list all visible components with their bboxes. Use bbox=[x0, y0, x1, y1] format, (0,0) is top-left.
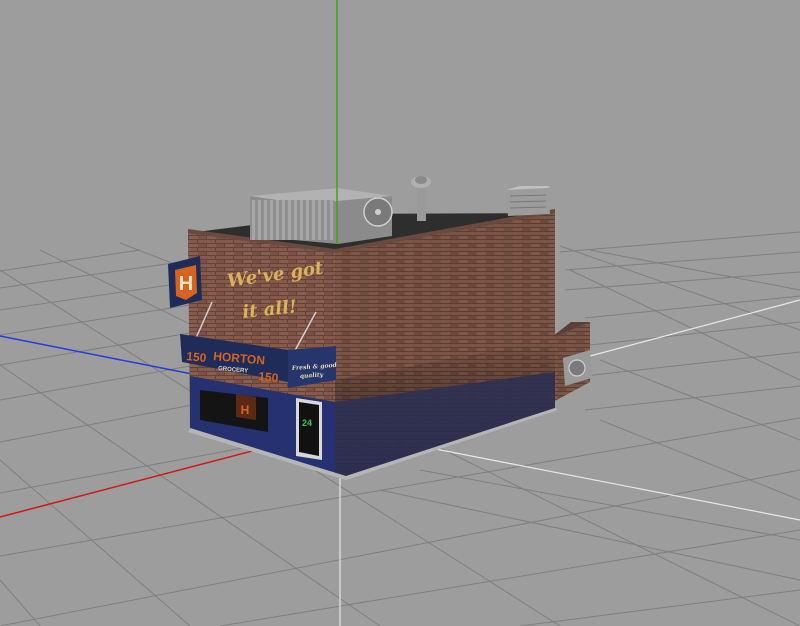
hvac-unit[interactable] bbox=[250, 188, 393, 244]
origin-guide-right bbox=[589, 299, 800, 357]
front-door[interactable]: 24 bbox=[296, 398, 322, 460]
3d-viewport[interactable]: H We've got it all! HORTON GROCERY 150 1… bbox=[0, 0, 800, 626]
scene-canvas[interactable]: H We've got it all! HORTON GROCERY 150 1… bbox=[0, 0, 800, 626]
window-letter: H bbox=[241, 403, 250, 417]
blade-sign[interactable]: H bbox=[168, 256, 202, 308]
blade-sign-letter: H bbox=[179, 273, 193, 295]
door-sign: 24 bbox=[302, 418, 312, 428]
front-number-right: 150 bbox=[258, 369, 280, 385]
building-model[interactable]: H We've got it all! HORTON GROCERY 150 1… bbox=[168, 176, 592, 480]
x-axis-line bbox=[0, 444, 276, 518]
origin-guide-diagonal bbox=[419, 445, 800, 521]
front-number-left: 150 bbox=[186, 349, 208, 365]
ac-fan-icon bbox=[568, 359, 586, 377]
roof-box[interactable] bbox=[506, 186, 550, 216]
z-axis-line bbox=[0, 335, 193, 375]
